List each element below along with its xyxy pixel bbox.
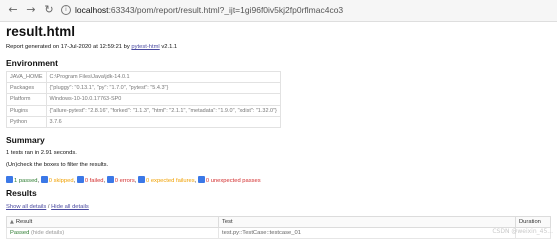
test-name-cell: test.py::TestCase::testcase_01 <box>218 227 516 239</box>
back-arrow-icon[interactable]: ← <box>6 2 20 18</box>
environment-key: Python <box>6 115 47 128</box>
generated-line: Report generated on 17-Jul-2020 at 12:59… <box>6 44 177 50</box>
environment-row: Platform Windows-10-10.0.17763-SP0 <box>6 93 281 106</box>
summary-heading: Summary <box>6 135 45 145</box>
hide-all-details-link[interactable]: Hide all details <box>51 204 89 210</box>
environment-heading: Environment <box>6 58 58 68</box>
filter-checkboxes: 1 passed, 0 skipped, 0 failed, 0 errors,… <box>6 176 261 184</box>
url-host: localhost <box>75 5 109 15</box>
environment-value: Windows-10-10.0.17763-SP0 <box>45 93 281 106</box>
failed-checkbox[interactable] <box>76 176 84 183</box>
result-column-header[interactable]: ▲ Result <box>6 216 219 228</box>
url-path: :63343/pom/report/result.html?_ijt=1gi96… <box>108 5 344 15</box>
passed-checkbox[interactable] <box>6 176 13 183</box>
environment-value: 3.7.6 <box>45 115 281 128</box>
errors-filter-label: 0 errors <box>114 178 135 184</box>
reload-icon[interactable]: ↻ <box>42 2 56 18</box>
environment-row: Packages {"pluggy": "0.13.1", "py": "1.7.… <box>6 82 281 95</box>
forward-arrow-icon[interactable]: → <box>24 2 38 18</box>
environment-value: {"allure-pytest": "2.8.16", "forked": "1… <box>45 104 281 117</box>
skipped-filter-label: 0 skipped <box>48 178 74 184</box>
sort-ascending-icon: ▲ <box>10 219 14 225</box>
show-all-details-link[interactable]: Show all details <box>6 204 46 210</box>
environment-row: JAVA_HOME C:\Program Files\Java\jdk-14.0.… <box>6 70 281 84</box>
results-table: ▲ Result Test Duration Passed (hide detai… <box>6 216 551 239</box>
table-row[interactable]: Passed (hide details) test.py::TestCase::… <box>6 227 551 239</box>
results-header-row: ▲ Result Test Duration <box>6 216 551 228</box>
environment-key: Platform <box>6 93 47 106</box>
xpass-checkbox[interactable] <box>197 176 205 183</box>
environment-value: C:\Program Files\Java\jdk-14.0.1 <box>45 70 281 84</box>
result-cell: Passed (hide details) <box>6 227 219 239</box>
page-title: result.html <box>6 24 76 39</box>
browser-toolbar: ← → ↻ i localhost:63343/pom/report/resul… <box>0 0 557 22</box>
environment-row: Python 3.7.6 <box>6 115 281 128</box>
site-info-icon[interactable]: i <box>61 5 71 15</box>
environment-value: {"pluggy": "0.13.1", "py": "1.7.0", "pyt… <box>45 82 281 95</box>
test-column-header[interactable]: Test <box>218 216 516 228</box>
environment-key: Packages <box>6 82 47 95</box>
failed-filter-label: 0 failed <box>84 178 104 184</box>
environment-table: JAVA_HOME C:\Program Files\Java\jdk-14.0.… <box>6 70 281 128</box>
results-heading: Results <box>6 188 37 198</box>
tests-ran-text: 1 tests ran in 2.91 seconds. <box>6 150 77 156</box>
passed-filter-label: 1 passed <box>14 178 38 184</box>
environment-key: JAVA_HOME <box>6 70 47 84</box>
pytest-html-link[interactable]: pytest-html <box>131 44 159 50</box>
environment-row: Plugins {"allure-pytest": "2.8.16", "fork… <box>6 104 281 117</box>
duration-column-header[interactable]: Duration <box>515 216 551 228</box>
result-status: Passed <box>10 230 30 236</box>
xpass-filter-label: 0 unexpected passes <box>205 178 261 184</box>
toggle-details-link[interactable]: (hide details) <box>31 230 64 236</box>
address-bar[interactable]: localhost:63343/pom/report/result.html?_… <box>75 4 535 16</box>
watermark: CSDN @weixin_45... <box>492 228 553 235</box>
xfail-filter-label: 0 expected failures <box>145 178 195 184</box>
errors-checkbox[interactable] <box>106 176 114 183</box>
details-links: Show all details / Hide all details <box>6 204 89 210</box>
generated-version: v2.1.1 <box>159 44 178 50</box>
environment-key: Plugins <box>6 104 47 117</box>
skipped-checkbox[interactable] <box>40 176 48 183</box>
xfail-checkbox[interactable] <box>137 176 145 183</box>
generated-prefix: Report generated on 17-Jul-2020 at 12:59… <box>6 44 132 50</box>
filter-hint-text: (Un)check the boxes to filter the result… <box>6 162 109 168</box>
